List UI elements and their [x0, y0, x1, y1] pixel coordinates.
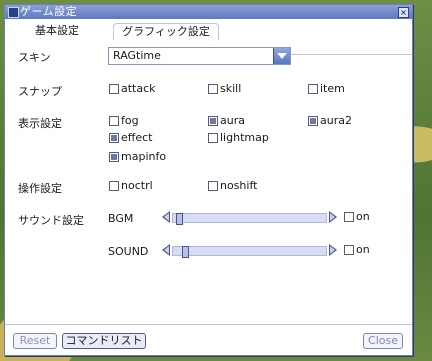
skin-dropdown-value: RAGtime — [113, 49, 161, 62]
arrow-right-icon[interactable] — [329, 244, 337, 256]
game-settings-window: ゲーム設定 × 基本設定 グラフィック設定 スキン RAGtime スナップ a… — [4, 4, 413, 356]
checkbox-icon[interactable] — [208, 133, 218, 143]
checkbox-checked-icon[interactable] — [109, 133, 119, 143]
sound-effect-label: SOUND — [108, 245, 149, 258]
sound-slider-track[interactable] — [172, 246, 327, 258]
control-label: 操作設定 — [18, 182, 62, 195]
close-button[interactable]: Close — [363, 333, 403, 349]
chevron-down-icon[interactable] — [273, 48, 290, 64]
arrow-left-icon[interactable] — [162, 211, 170, 223]
skin-label: スキン — [18, 51, 51, 64]
checkbox-checked-icon[interactable] — [109, 152, 119, 162]
close-icon[interactable]: × — [398, 7, 409, 18]
bgm-label: BGM — [108, 212, 134, 225]
checkbox-icon[interactable] — [109, 116, 119, 126]
reset-button[interactable]: Reset — [13, 333, 57, 349]
checkbox-icon[interactable] — [344, 212, 354, 222]
skin-dropdown[interactable]: RAGtime — [108, 47, 291, 65]
title-bar[interactable]: ゲーム設定 × — [5, 5, 412, 19]
checkbox-icon[interactable] — [208, 181, 218, 191]
bgm-volume-slider[interactable] — [162, 211, 337, 225]
window-footer: Reset コマンドリスト Close — [5, 324, 412, 355]
checkbox-icon[interactable] — [109, 84, 119, 94]
arrow-right-icon[interactable] — [329, 211, 337, 223]
bgm-slider-thumb[interactable] — [176, 213, 184, 225]
display-label: 表示設定 — [18, 117, 62, 130]
sound-label: サウンド設定 — [18, 214, 84, 227]
window-title: ゲーム設定 — [20, 5, 78, 18]
sound-volume-slider[interactable] — [162, 244, 337, 258]
checkbox-icon[interactable] — [344, 245, 354, 255]
sound-slider-thumb[interactable] — [182, 246, 190, 258]
tab-bar: 基本設定 グラフィック設定 — [5, 20, 412, 55]
checkbox-checked-icon[interactable] — [208, 116, 218, 126]
tab-basic-settings[interactable]: 基本設定 — [9, 22, 105, 40]
window-icon — [8, 7, 19, 18]
checkbox-checked-icon[interactable] — [308, 116, 318, 126]
checkbox-icon[interactable] — [109, 181, 119, 191]
bgm-slider-track[interactable] — [172, 213, 327, 225]
tab-graphic-settings[interactable]: グラフィック設定 — [113, 23, 219, 40]
checkbox-icon[interactable] — [308, 84, 318, 94]
arrow-left-icon[interactable] — [162, 244, 170, 256]
snap-label: スナップ — [18, 85, 62, 98]
command-list-button[interactable]: コマンドリスト — [62, 333, 146, 349]
checkbox-icon[interactable] — [208, 84, 218, 94]
